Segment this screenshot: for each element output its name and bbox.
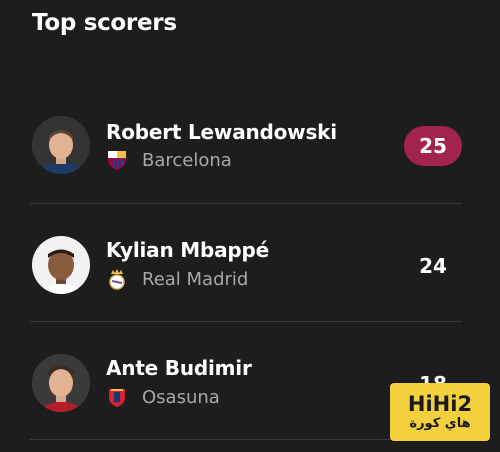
player-club: Osasuna <box>106 385 220 409</box>
osasuna-crest-icon <box>106 386 128 408</box>
player-name[interactable]: Kylian Mbappé <box>106 238 269 262</box>
player-name[interactable]: Robert Lewandowski <box>106 120 337 144</box>
club-name: Real Madrid <box>142 268 249 290</box>
player-club: Barcelona <box>106 148 232 172</box>
widget-title: Top scorers <box>32 10 177 36</box>
watermark-arabic: هاي كورة <box>409 416 471 431</box>
player-avatar <box>32 354 90 412</box>
club-name: Barcelona <box>142 149 232 171</box>
player-avatar <box>32 116 90 174</box>
real-madrid-crest-icon <box>106 268 128 290</box>
scorer-row[interactable]: Kylian Mbappé Real Madrid 24 <box>30 204 462 322</box>
goals-count: 25 <box>404 126 462 166</box>
barcelona-crest-icon <box>106 149 128 171</box>
goals-count: 24 <box>419 254 447 278</box>
scorer-row[interactable]: Robert Lewandowski Barcelona 25 <box>30 86 462 204</box>
player-name[interactable]: Ante Budimir <box>106 356 252 380</box>
club-name: Osasuna <box>142 386 220 408</box>
player-club: Real Madrid <box>106 267 248 291</box>
player-avatar <box>32 236 90 294</box>
watermark-brand: HiHi2 <box>407 392 473 416</box>
hihi2-watermark-logo: HiHi2 هاي كورة <box>390 383 490 441</box>
